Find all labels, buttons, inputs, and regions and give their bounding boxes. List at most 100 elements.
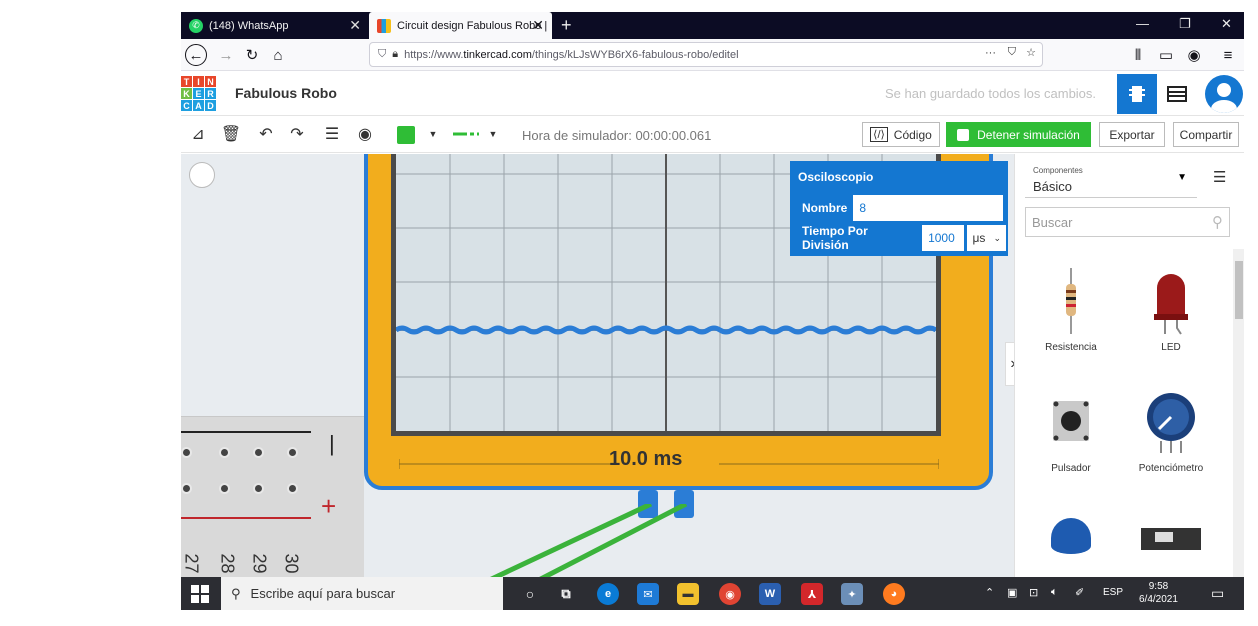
color-swatch[interactable] — [397, 126, 415, 144]
tab-circuit-design[interactable]: Circuit design Fabulous Robo | ✕ — [369, 12, 552, 39]
breadboard-hole[interactable] — [181, 447, 192, 458]
close-icon[interactable]: ✕ — [532, 17, 544, 34]
breadboard-hole[interactable] — [253, 447, 264, 458]
breadboard-hole[interactable] — [287, 447, 298, 458]
code-button[interactable]: ⟨/⟩ Código — [862, 122, 940, 147]
breadboard[interactable]: | + 27 28 29 30 — [181, 416, 364, 577]
scroll-thumb[interactable] — [1235, 261, 1243, 319]
export-button[interactable]: Exportar — [1099, 122, 1165, 147]
row-label: 30 — [281, 553, 302, 574]
rotate-icon[interactable]: ⊿ — [188, 124, 208, 144]
reload-icon[interactable]: ↻ — [241, 44, 263, 66]
time-unit-select[interactable]: μs ⌄ — [966, 225, 1006, 251]
wire[interactable] — [461, 504, 701, 577]
app-icon[interactable]: ✦ — [841, 583, 863, 605]
pocket-icon[interactable]: ⛉ — [1008, 46, 1016, 59]
pen-icon[interactable]: ✐ — [1075, 586, 1084, 599]
clock[interactable]: 9:58 6/4/2021 — [1139, 580, 1178, 606]
library-icon[interactable]: ⫴ — [1127, 44, 1149, 66]
windows-start-icon[interactable] — [191, 585, 209, 603]
chevron-down-icon: ⌄ — [993, 232, 1001, 243]
name-row: Nombre 8 — [796, 195, 1004, 221]
new-tab-icon[interactable]: + — [561, 15, 572, 36]
component-potentiometer[interactable]: Potenciómetro — [1121, 387, 1221, 497]
eye-icon[interactable]: ◉ — [355, 124, 375, 144]
components-select[interactable]: Componentes Básico ▼ — [1025, 158, 1197, 198]
account-icon[interactable]: ◉ — [1183, 44, 1205, 66]
notifications-icon[interactable]: ▭ — [1211, 585, 1224, 602]
row-label: 29 — [249, 553, 270, 574]
share-button[interactable]: Compartir — [1173, 122, 1239, 147]
breadboard-hole[interactable] — [253, 483, 264, 494]
edge-icon[interactable]: e — [597, 583, 619, 605]
menu-icon[interactable]: ≡ — [1217, 44, 1239, 66]
taskbar-search-input[interactable]: ⚲ Escribe aquí para buscar — [221, 577, 503, 610]
breadboard-hole[interactable] — [219, 483, 230, 494]
component-list-button[interactable] — [1167, 84, 1187, 104]
breadboard-hole[interactable] — [181, 483, 192, 494]
breadboard-hole[interactable] — [287, 483, 298, 494]
word-icon[interactable]: W — [759, 583, 781, 605]
component-capacitor[interactable] — [1021, 508, 1121, 578]
search-placeholder: Buscar — [1032, 214, 1073, 230]
tinkercad-logo[interactable]: T I N K E R C A D — [181, 76, 219, 112]
time-per-division-input[interactable]: 1000 — [922, 225, 964, 251]
component-scrollbar[interactable] — [1233, 249, 1244, 577]
component-pushbutton[interactable]: Pulsador — [1021, 387, 1121, 497]
chevron-down-icon[interactable]: ▼ — [423, 124, 443, 144]
tray-app-icon[interactable]: ▣ — [1007, 586, 1017, 599]
slide-switch-icon — [1141, 528, 1201, 550]
chevron-up-icon[interactable]: ⌃ — [985, 586, 994, 599]
chip-icon — [1129, 86, 1145, 102]
bookmark-star-icon[interactable]: ☆ — [1026, 46, 1036, 59]
firefox-icon[interactable]: ◕ — [883, 583, 905, 605]
toolbar: ⊿ 🗑︎ ↶ ↷ ☰ ◉ ▼ ▼ Hora de simulador: 00:0… — [181, 116, 1244, 153]
search-icon: ⚲ — [1212, 214, 1223, 231]
whatsapp-icon: ✆ — [189, 18, 203, 33]
undo-icon[interactable]: ↶ — [256, 124, 276, 144]
component-resistor[interactable]: Resistencia — [1021, 266, 1121, 376]
breadboard-hole[interactable] — [219, 447, 230, 458]
time-per-screen-label: 10.0 ms — [609, 448, 683, 470]
chrome-icon[interactable]: ◉ — [719, 583, 741, 605]
stop-simulation-button[interactable]: Detener simulación — [946, 122, 1091, 147]
delete-icon[interactable]: 🗑︎ — [221, 124, 241, 144]
component-led[interactable]: LED — [1121, 266, 1221, 376]
sidebar-icon[interactable]: ▭ — [1155, 44, 1177, 66]
file-explorer-icon[interactable]: ▬ — [677, 583, 699, 605]
component-slide-switch[interactable] — [1121, 508, 1221, 578]
back-icon[interactable]: ← — [185, 44, 207, 66]
save-status: Se han guardado todos los cambios. — [885, 86, 1097, 101]
address-bar[interactable]: ⛉ 🔒︎ https://www.tinkercad.com/things/kL… — [369, 42, 1043, 67]
component-search-input[interactable]: Buscar ⚲ — [1025, 207, 1230, 237]
name-input[interactable]: 8 — [853, 195, 1004, 221]
mail-icon[interactable]: ✉ — [637, 583, 659, 605]
forward-icon[interactable]: → — [215, 44, 237, 66]
task-view-icon[interactable]: ⧉ — [555, 583, 577, 605]
minimize-icon[interactable]: — — [1136, 16, 1149, 31]
notes-icon[interactable]: ☰ — [322, 124, 342, 144]
avatar[interactable] — [1205, 75, 1243, 113]
redo-icon[interactable]: ↷ — [287, 124, 307, 144]
component-name: Resistencia — [1045, 342, 1097, 353]
volume-icon[interactable]: 🔈︎ — [1051, 586, 1058, 599]
list-view-icon[interactable]: ☰ — [1213, 168, 1226, 186]
fit-view-icon[interactable] — [189, 162, 215, 188]
wire-type-icon[interactable] — [453, 124, 479, 144]
restore-icon[interactable]: ❐ — [1179, 16, 1191, 32]
acrobat-icon[interactable]: ⅄ — [801, 583, 823, 605]
close-icon[interactable]: ✕ — [349, 17, 361, 34]
home-icon[interactable]: ⌂ — [267, 44, 289, 66]
circuit-workspace[interactable]: 10.0 ms | + 27 28 29 30 Osciloscopio Nom… — [181, 154, 1014, 577]
design-title[interactable]: Fabulous Robo — [235, 85, 337, 101]
tab-whatsapp[interactable]: ✆ (148) WhatsApp ✕ — [181, 12, 369, 39]
cortana-icon[interactable]: ○ — [519, 583, 541, 605]
chevron-down-icon[interactable]: ▼ — [483, 124, 503, 144]
stop-icon — [957, 128, 970, 141]
language-indicator[interactable]: ESP — [1103, 587, 1123, 598]
close-window-icon[interactable]: ✕ — [1221, 16, 1232, 32]
search-icon: ⚲ — [231, 585, 241, 601]
circuit-view-button[interactable] — [1117, 74, 1157, 114]
page-actions-icon[interactable]: ··· — [985, 47, 996, 59]
network-icon[interactable]: ⊡ — [1029, 586, 1038, 599]
